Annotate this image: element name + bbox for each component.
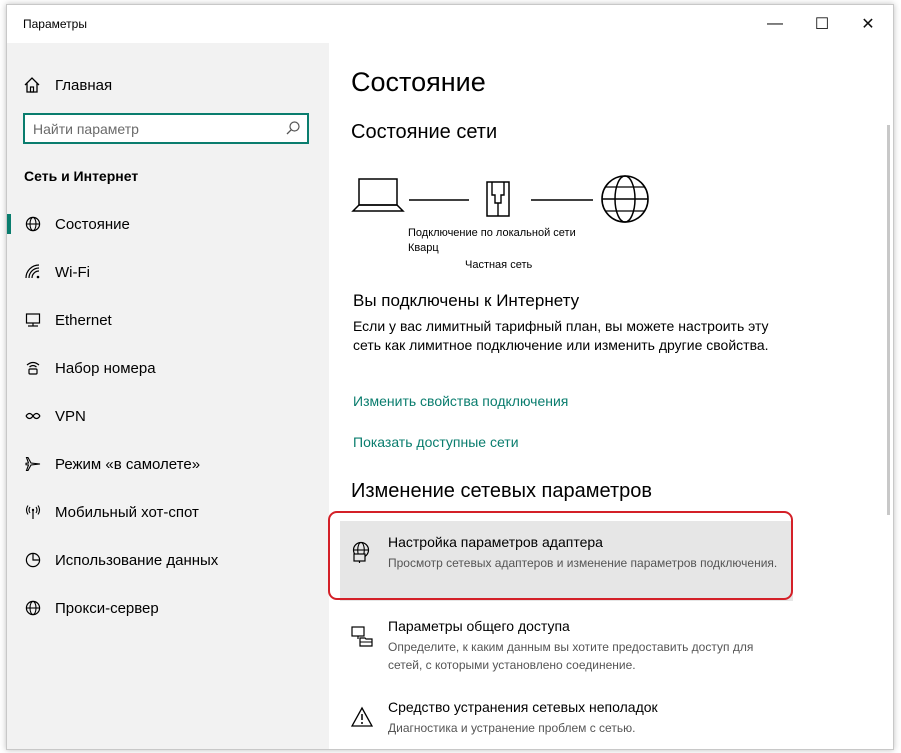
home-label: Главная bbox=[55, 76, 113, 94]
sidebar-item-ethernet[interactable]: Ethernet bbox=[7, 298, 329, 342]
sidebar-item-label: Wi-Fi bbox=[55, 263, 90, 281]
sidebar-item-label: Состояние bbox=[55, 215, 130, 233]
hotspot-icon bbox=[24, 503, 42, 521]
search-box[interactable] bbox=[23, 113, 309, 144]
sidebar-item-label: Прокси-сервер bbox=[55, 599, 159, 617]
window-title: Параметры bbox=[23, 17, 87, 31]
show-available-networks-link[interactable]: Показать доступные сети bbox=[353, 434, 519, 450]
close-button[interactable]: ✕ bbox=[845, 5, 891, 43]
sidebar-item-wifi[interactable]: Wi-Fi bbox=[7, 250, 329, 294]
connection-name-label: Подключение по локальной сети bbox=[408, 227, 576, 239]
main-content: Состояние Состояние сети Подключение по … bbox=[329, 43, 893, 749]
network-name-label: Кварц bbox=[408, 242, 439, 254]
sidebar: Главная Сеть и Интернет Состояние Wi-Fi … bbox=[7, 43, 329, 749]
internet-globe-icon bbox=[601, 175, 649, 223]
sharing-options-button[interactable]: Параметры общего доступа Определите, к к… bbox=[340, 605, 793, 685]
search-icon[interactable] bbox=[285, 120, 301, 136]
settings-window: Параметры — ☐ ✕ Главная Сеть и Интернет … bbox=[6, 4, 894, 750]
search-input[interactable] bbox=[33, 120, 273, 138]
sidebar-item-data-usage[interactable]: Использование данных bbox=[7, 538, 329, 582]
option-title: Средство устранения сетевых неполадок bbox=[388, 699, 658, 715]
connected-heading: Вы подключены к Интернету bbox=[353, 291, 580, 310]
change-connection-properties-link[interactable]: Изменить свойства подключения bbox=[353, 393, 568, 409]
warning-icon bbox=[350, 706, 374, 728]
sidebar-item-label: Набор номера bbox=[55, 359, 156, 377]
minimize-button[interactable]: — bbox=[752, 5, 798, 43]
troubleshooter-button[interactable]: Средство устранения сетевых неполадок Ди… bbox=[340, 686, 793, 749]
sidebar-item-label: Мобильный хот-спот bbox=[55, 503, 199, 521]
wifi-icon bbox=[24, 263, 42, 281]
dialup-icon bbox=[24, 359, 42, 377]
sidebar-item-hotspot[interactable]: Мобильный хот-спот bbox=[7, 490, 329, 534]
maximize-button[interactable]: ☐ bbox=[799, 5, 845, 43]
option-description: Диагностика и устранение проблем с сетью… bbox=[388, 721, 636, 735]
sidebar-item-label: Ethernet bbox=[55, 311, 112, 329]
sidebar-item-proxy[interactable]: Прокси-сервер bbox=[7, 586, 329, 630]
data-usage-icon bbox=[24, 551, 42, 569]
airplane-icon bbox=[24, 455, 42, 473]
home-icon bbox=[23, 76, 41, 94]
sidebar-item-status[interactable]: Состояние bbox=[7, 202, 329, 246]
network-type-label: Частная сеть bbox=[465, 259, 533, 271]
router-icon bbox=[486, 181, 510, 217]
title-bar: Параметры — ☐ ✕ bbox=[7, 5, 893, 43]
change-settings-heading: Изменение сетевых параметров bbox=[351, 480, 652, 502]
option-description: Определите, к каким данным вы хотите пре… bbox=[388, 640, 754, 672]
globe-icon bbox=[24, 215, 42, 233]
option-title: Параметры общего доступа bbox=[388, 618, 570, 634]
home-link[interactable]: Главная bbox=[23, 73, 112, 97]
sidebar-item-label: VPN bbox=[55, 407, 86, 425]
sidebar-item-airplane[interactable]: Режим «в самолете» bbox=[7, 442, 329, 486]
connected-description: Если у вас лимитный тарифный план, вы мо… bbox=[353, 318, 769, 353]
page-title: Состояние bbox=[351, 67, 486, 97]
highlight-frame bbox=[328, 511, 793, 600]
sidebar-item-label: Режим «в самолете» bbox=[55, 455, 201, 473]
sidebar-item-label: Использование данных bbox=[55, 551, 219, 569]
network-status-heading: Состояние сети bbox=[351, 121, 498, 143]
vpn-icon bbox=[24, 407, 42, 425]
ethernet-icon bbox=[24, 311, 42, 329]
section-title: Сеть и Интернет bbox=[24, 168, 139, 184]
sidebar-item-vpn[interactable]: VPN bbox=[7, 394, 329, 438]
sharing-icon bbox=[351, 625, 373, 647]
proxy-globe-icon bbox=[24, 599, 42, 617]
sidebar-item-dialup[interactable]: Набор номера bbox=[7, 346, 329, 390]
laptop-icon bbox=[351, 178, 405, 212]
scrollbar[interactable] bbox=[887, 125, 890, 515]
